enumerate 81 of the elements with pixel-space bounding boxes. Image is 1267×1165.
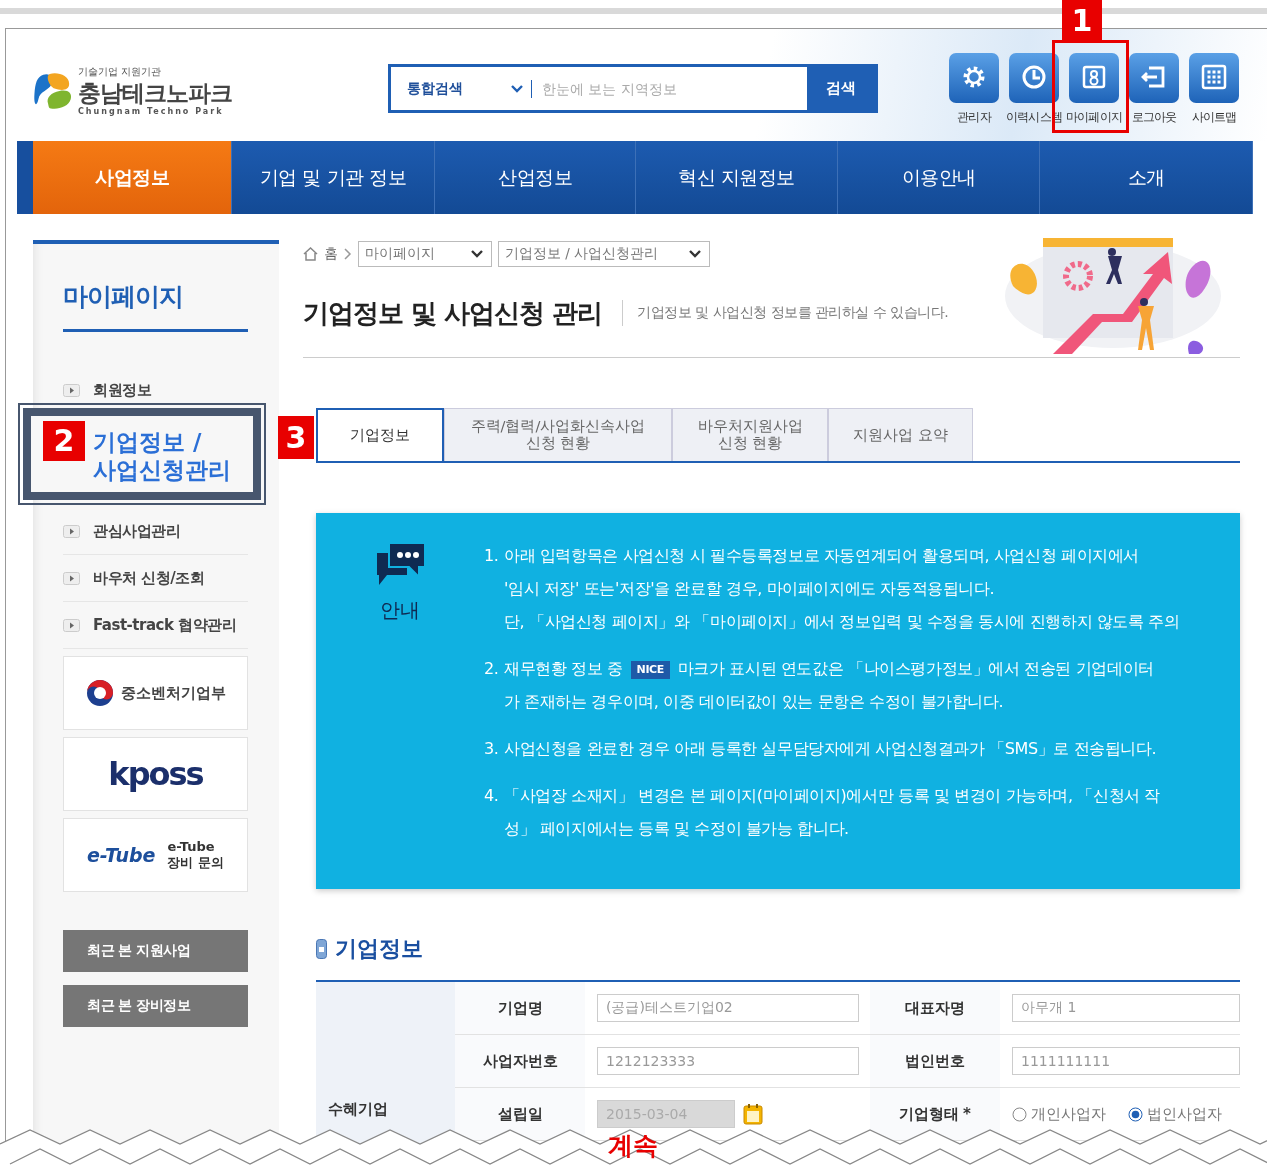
nice-badge: NICE <box>630 661 670 679</box>
logo-tagline: 기술기업 지원기관 <box>78 66 163 79</box>
notice-text: 성」 페이지에서는 등록 및 수정이 불가능 합니다. <box>504 819 849 838</box>
group-label: 수혜기업 <box>328 1100 388 1119</box>
field-label: 기업명 <box>497 998 543 1018</box>
utility-link[interactable]: 마이페이지 <box>1064 53 1124 126</box>
field-label: 대표자명 <box>905 998 965 1018</box>
sidebar-item[interactable]: 회원정보 <box>63 372 248 408</box>
nav-tab[interactable]: 소개 <box>1040 141 1253 214</box>
search-scope-dropdown[interactable]: 통합검색 <box>391 67 531 110</box>
chevron-down-icon <box>471 250 483 258</box>
grid-icon <box>1189 53 1239 103</box>
tab[interactable]: 주력/협력/사업화신속사업 신청 현황 <box>444 408 672 461</box>
utility-link[interactable]: 로그아웃 <box>1124 53 1184 126</box>
bullet-icon <box>63 383 80 397</box>
breadcrumb-dropdown[interactable]: 마이페이지 <box>358 241 492 267</box>
sidebar-item[interactable]: 바우처 신청/조회 <box>63 555 248 602</box>
page-title: 기업정보 및 사업신청 관리 <box>303 296 603 330</box>
nav-tab[interactable]: 산업정보 <box>435 141 637 214</box>
tab[interactable]: 바우처지원사업 신청 현황 <box>672 408 828 461</box>
continue-label: 계속 <box>608 1131 658 1161</box>
section-title: 기업정보 <box>335 935 423 963</box>
sidebar-title: 마이페이지 <box>63 281 184 313</box>
field-label: 설립일 <box>497 1104 543 1124</box>
logo-subtitle: Chungnam Techno Park <box>78 107 225 116</box>
bullet-icon <box>63 618 80 632</box>
notice-text: '임시 저장' 또는'저장'을 완료할 경우, 마이페이지에도 자동적용됩니다. <box>504 579 995 598</box>
search-button[interactable]: 검색 <box>807 67 875 110</box>
partner-banner[interactable]: kposs <box>63 737 248 811</box>
page-description: 기업정보 및 사업신청 정보를 관리하실 수 있습니다. <box>637 304 949 322</box>
list-number: 1. <box>484 545 500 567</box>
logout-icon <box>1129 53 1179 103</box>
radio-option[interactable]: 법인사업자 <box>1128 1104 1222 1124</box>
list-number: 3. <box>484 738 500 760</box>
notice-text: 사업신청을 완료한 경우 아래 등록한 실무담당자에게 사업신청결과가 「SMS」로 전송됩니다. <box>504 739 1157 758</box>
list-number: 2. <box>484 658 500 680</box>
annotation-badge: 2 <box>43 421 85 461</box>
nav-tab[interactable]: 기업 및 기관 정보 <box>232 141 435 214</box>
required-mark: * <box>963 1105 971 1123</box>
tab[interactable]: 지원사업 요약 <box>828 408 973 461</box>
clock-icon <box>1009 53 1059 103</box>
notice-text: 가 존재하는 경우이며, 이중 데이터값이 있는 문항은 수정이 불가합니다. <box>504 692 1004 711</box>
bullet-icon <box>63 571 80 585</box>
nav-tab[interactable]: 이용안내 <box>838 141 1041 214</box>
bullet-icon <box>63 524 80 538</box>
utility-link[interactable]: 사이트맵 <box>1184 53 1244 126</box>
recent-button[interactable]: 최근 본 장비정보 <box>63 985 248 1027</box>
chevron-down-icon <box>511 84 523 93</box>
list-number: 4. <box>484 785 500 807</box>
logo-name[interactable]: 충남테크노파크 <box>78 79 232 107</box>
tab[interactable]: 기업정보 <box>316 408 444 461</box>
annotation-badge: 1 <box>1062 0 1102 40</box>
chevron-down-icon <box>689 250 701 258</box>
settings-icon <box>949 53 999 103</box>
field-label: 사업자번호 <box>482 1051 558 1071</box>
partner-banner[interactable]: 중소벤처기업부 <box>63 656 248 730</box>
notice-label: 안내 <box>380 597 420 624</box>
nav-tab[interactable]: 혁신 지원정보 <box>636 141 839 214</box>
home-link[interactable]: 홈 <box>324 245 338 263</box>
breadcrumb-dropdown[interactable]: 기업정보 / 사업신청관리 <box>498 241 710 267</box>
field-label: 법인번호 <box>905 1051 965 1071</box>
recent-button[interactable]: 최근 본 지원사업 <box>63 930 248 972</box>
sidebar-item[interactable]: Fast-track 협약관리 <box>63 602 248 649</box>
utility-link[interactable]: 관리자 <box>944 53 1004 126</box>
emblem-icon <box>85 678 115 708</box>
sidebar-item[interactable]: 관심사업관리 <box>63 508 248 555</box>
radio-button[interactable] <box>1012 1106 1027 1122</box>
calendar-icon[interactable] <box>743 1103 763 1125</box>
radio-button[interactable] <box>1128 1106 1143 1122</box>
notice-text: 단, 「사업신청 페이지」와 「마이페이지」에서 정보입력 및 수정을 동시에 진행하지 않도록 주의 <box>504 612 1180 631</box>
field-label: 기업형태 <box>899 1104 960 1124</box>
notice-text: 마크가 표시된 연도값은 「나이스평가정보」에서 전송된 기업데이터 <box>677 659 1154 678</box>
notice-text: 재무현황 정보 중 <box>504 659 623 678</box>
person-card-icon <box>1069 53 1119 103</box>
annotation-badge: 3 <box>278 416 314 459</box>
chevron-right-icon <box>344 248 352 260</box>
radio-option[interactable]: 개인사업자 <box>1012 1104 1106 1124</box>
section-marker-icon <box>316 939 327 959</box>
home-icon[interactable] <box>303 247 318 261</box>
notice-text: 아래 입력항목은 사업신청 시 필수등록정보로 자동연계되어 활용되며, 사업신청 페이지에서 <box>504 546 1139 565</box>
notice-text: 「사업장 소재지」 변경은 본 페이지(마이페이지)에서만 등록 및 변경이 가능하며, 「신청서 작 <box>504 786 1161 805</box>
